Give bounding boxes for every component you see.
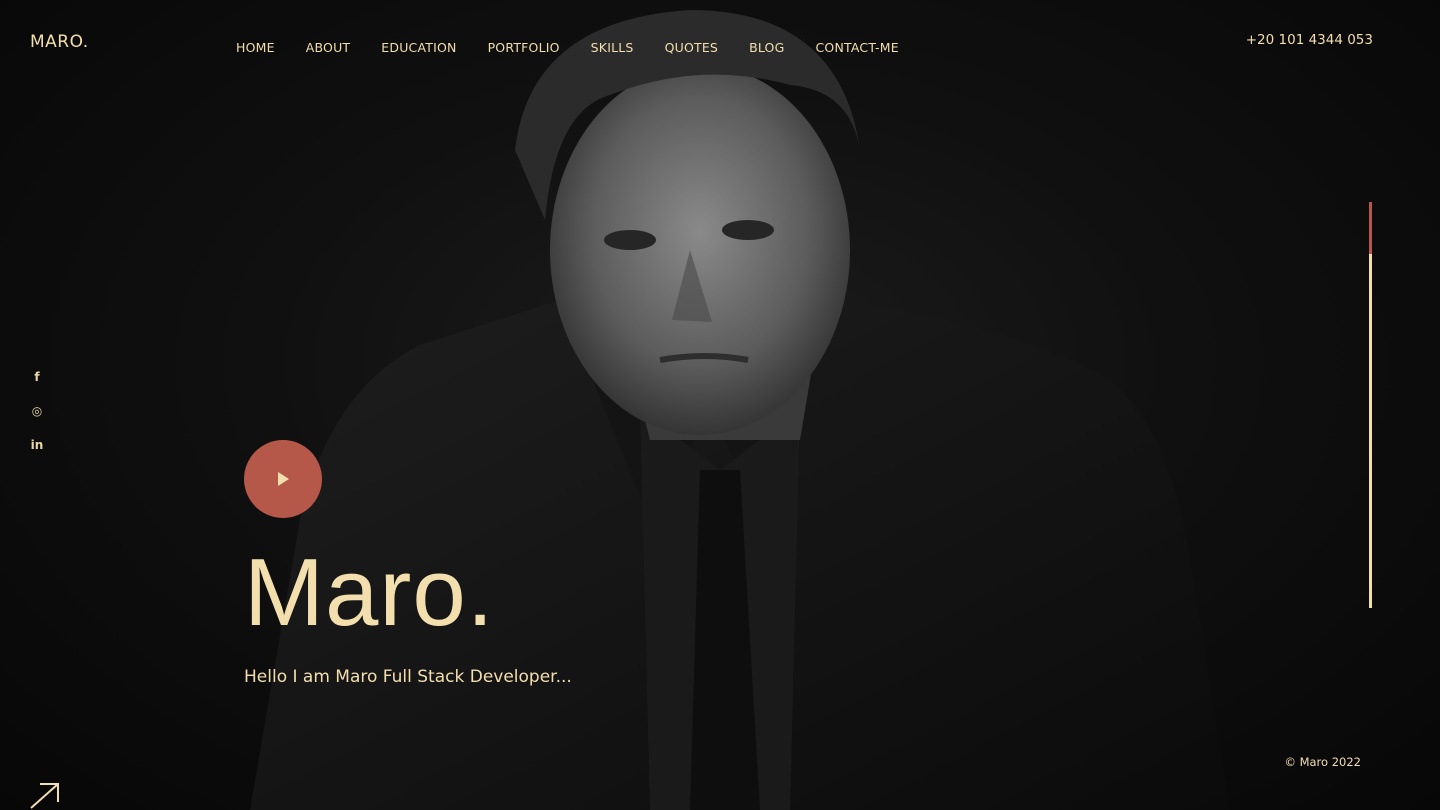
- main-nav: HOME ABOUT EDUCATION PORTFOLIO SKILLS QU…: [236, 40, 899, 55]
- site-logo[interactable]: MARO.: [30, 32, 89, 52]
- linkedin-icon[interactable]: in: [28, 434, 46, 456]
- nav-item-home[interactable]: HOME: [236, 40, 275, 55]
- phone-number[interactable]: +20 101 4344 053: [1246, 32, 1373, 48]
- scroll-progress-track[interactable]: [1369, 202, 1372, 608]
- nav-item-education[interactable]: EDUCATION: [381, 40, 456, 55]
- instagram-icon[interactable]: ◎: [28, 400, 46, 422]
- nav-item-about[interactable]: ABOUT: [306, 40, 351, 55]
- play-icon: [278, 472, 289, 486]
- nav-item-contact-me[interactable]: CONTACT-ME: [815, 40, 898, 55]
- hero-title: Maro.: [244, 539, 495, 646]
- nav-item-skills[interactable]: SKILLS: [591, 40, 634, 55]
- hero-subtitle: Hello I am Maro Full Stack Developer...: [244, 667, 572, 687]
- nav-item-blog[interactable]: BLOG: [749, 40, 784, 55]
- scroll-progress-thumb[interactable]: [1369, 202, 1372, 254]
- hero-section: MARO. HOME ABOUT EDUCATION PORTFOLIO SKI…: [0, 0, 1440, 810]
- copyright-text: © Maro 2022: [1284, 755, 1361, 769]
- facebook-icon[interactable]: f: [28, 366, 46, 388]
- arrow-up-right-icon[interactable]: [28, 780, 62, 810]
- nav-item-quotes[interactable]: QUOTES: [665, 40, 719, 55]
- portrait-image: [250, 10, 1230, 810]
- social-links: f ◎ in: [28, 366, 46, 456]
- play-video-button[interactable]: [244, 440, 322, 518]
- nav-item-portfolio[interactable]: PORTFOLIO: [488, 40, 560, 55]
